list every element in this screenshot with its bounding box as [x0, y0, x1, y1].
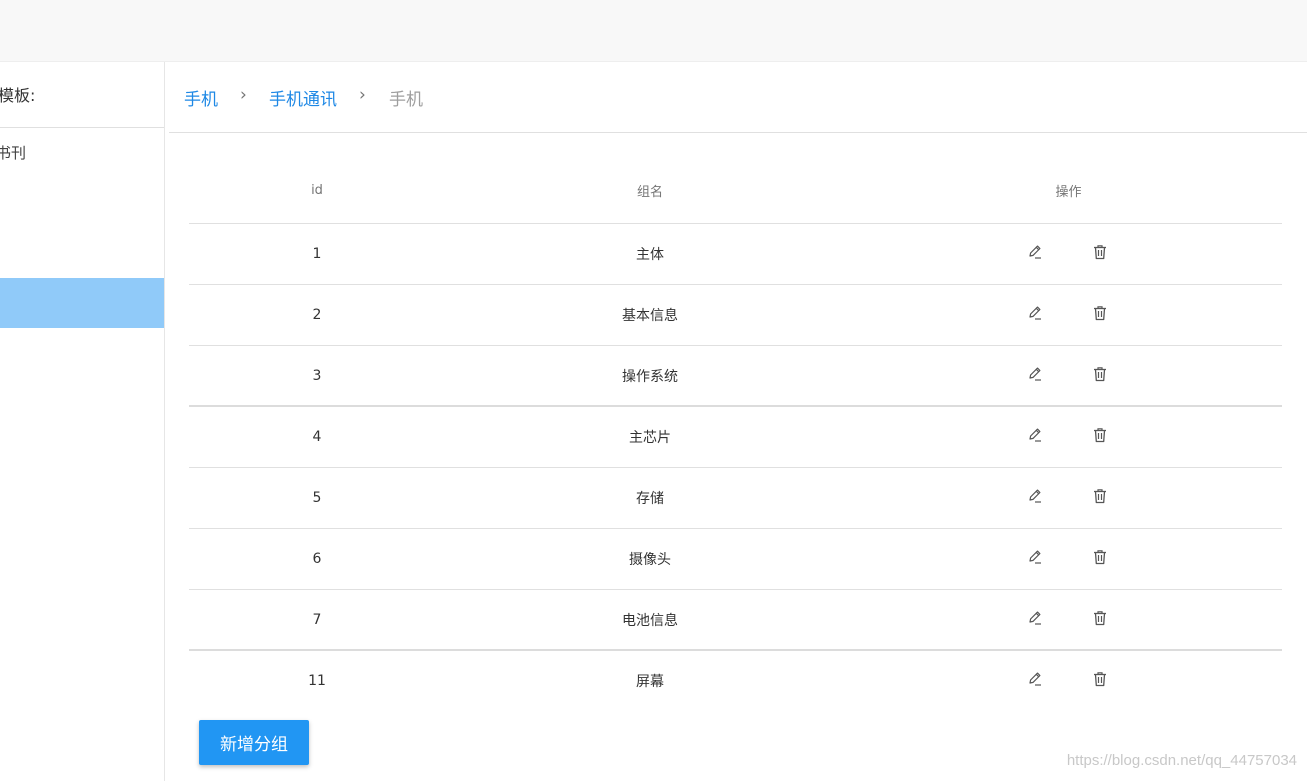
- trash-icon: [1091, 670, 1109, 692]
- row-id: 5: [312, 490, 322, 506]
- delete-button[interactable]: [1088, 364, 1112, 388]
- row-id: 4: [312, 429, 322, 445]
- row-id: 6: [312, 551, 322, 567]
- table-row: 3 操作系统: [189, 346, 1282, 407]
- top-bar: [0, 0, 1307, 62]
- delete-button[interactable]: [1088, 303, 1112, 327]
- pencil-icon: [1026, 365, 1044, 387]
- breadcrumb-separator: ›: [359, 85, 366, 105]
- header-actions: 操作: [1055, 184, 1082, 200]
- pencil-icon: [1026, 609, 1044, 631]
- row-group-name: 基本信息: [622, 308, 678, 324]
- sidebar: 模板: 书刊: [0, 62, 165, 781]
- row-group-name: 主体: [636, 247, 664, 263]
- delete-button[interactable]: [1088, 669, 1112, 693]
- table-row: 6 摄像头: [189, 529, 1282, 590]
- row-group-name: 电池信息: [622, 612, 678, 629]
- edit-button[interactable]: [1023, 364, 1047, 388]
- pencil-icon: [1026, 304, 1044, 326]
- trash-icon: [1091, 426, 1109, 448]
- edit-button[interactable]: [1023, 242, 1047, 266]
- row-group-name: 存储: [636, 491, 664, 507]
- watermark: https://blog.csdn.net/qq_44757034: [1066, 752, 1297, 769]
- table-row: 4 主芯片: [189, 407, 1282, 468]
- trash-icon: [1091, 548, 1109, 570]
- row-id: 3: [312, 367, 322, 384]
- pencil-icon: [1026, 670, 1044, 692]
- table-row: 2 基本信息: [189, 285, 1282, 346]
- delete-button[interactable]: [1088, 486, 1112, 510]
- row-id: 1: [312, 246, 322, 262]
- delete-button[interactable]: [1088, 608, 1112, 632]
- edit-button[interactable]: [1023, 303, 1047, 327]
- sidebar-header: 模板:: [0, 62, 164, 128]
- row-group-name: 操作系统: [622, 368, 678, 385]
- add-group-button[interactable]: 新增分组: [199, 720, 309, 765]
- table-row: 11 屏幕: [189, 651, 1282, 711]
- delete-button[interactable]: [1088, 242, 1112, 266]
- header-name: 组名: [636, 184, 663, 200]
- table-body: 1 主体 2 基本信息 3 操作系统 4 主芯片 5 存储 6 摄像头 7 电池信息 11 屏幕: [189, 224, 1282, 711]
- row-id: 7: [312, 611, 322, 628]
- sidebar-item-books[interactable]: 书刊: [0, 142, 26, 163]
- table-row: 7 电池信息: [189, 590, 1282, 651]
- pencil-icon: [1026, 243, 1044, 265]
- groups-table: id 组名 操作 1 主体 2 基本信息 3 操作系统 4 主芯片 5 存储 6 摄像头 7 电池信息 11…: [189, 157, 1282, 711]
- trash-icon: [1091, 609, 1109, 631]
- sidebar-item-selected[interactable]: [0, 278, 164, 328]
- trash-icon: [1091, 487, 1109, 509]
- pencil-icon: [1026, 487, 1044, 509]
- table-row: 5 存储: [189, 468, 1282, 529]
- breadcrumb-item-current: 手机: [389, 90, 423, 110]
- trash-icon: [1091, 365, 1109, 387]
- trash-icon: [1091, 243, 1109, 265]
- row-id: 2: [312, 307, 322, 323]
- edit-button[interactable]: [1023, 486, 1047, 510]
- breadcrumb-separator: ›: [240, 85, 247, 105]
- row-group-name: 屏幕: [636, 674, 664, 690]
- edit-button[interactable]: [1023, 669, 1047, 693]
- breadcrumb: 手机 › 手机通讯 › 手机: [169, 62, 1307, 133]
- breadcrumb-item-phone[interactable]: 手机: [184, 85, 218, 110]
- trash-icon: [1091, 304, 1109, 326]
- table-row: 1 主体: [189, 224, 1282, 285]
- breadcrumb-item-phone-comm[interactable]: 手机通讯: [269, 85, 337, 110]
- edit-button[interactable]: [1023, 608, 1047, 632]
- pencil-icon: [1026, 426, 1044, 448]
- row-group-name: 主芯片: [629, 430, 671, 446]
- header-id: id: [311, 182, 323, 198]
- sidebar-header-label: 模板:: [0, 86, 36, 105]
- main-content: 手机 › 手机通讯 › 手机 id 组名 操作 1 主体 2 基本信息 3 操作系统 4 主芯…: [169, 62, 1307, 781]
- row-group-name: 摄像头: [629, 552, 671, 568]
- edit-button[interactable]: [1023, 425, 1047, 449]
- row-id: 11: [308, 673, 326, 689]
- edit-button[interactable]: [1023, 547, 1047, 571]
- table-header: id 组名 操作: [189, 157, 1282, 224]
- delete-button[interactable]: [1088, 425, 1112, 449]
- pencil-icon: [1026, 548, 1044, 570]
- delete-button[interactable]: [1088, 547, 1112, 571]
